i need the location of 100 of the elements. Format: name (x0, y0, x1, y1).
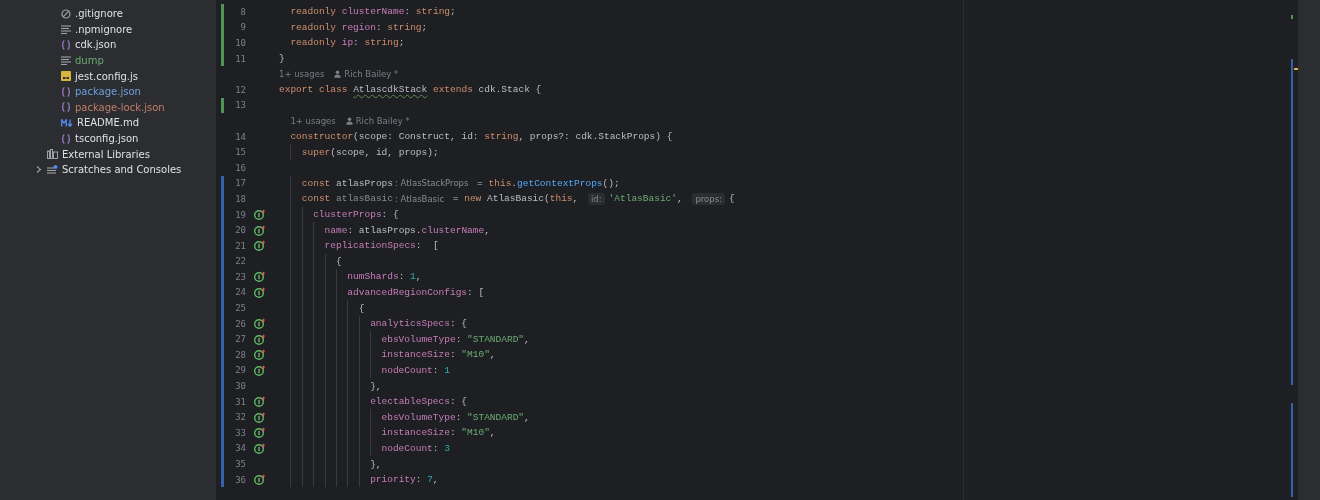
code-token: (scope: Construct, id: (353, 131, 480, 143)
author-hint[interactable]: Rich Bailey * (344, 69, 399, 80)
line-number: 29 (234, 365, 246, 376)
implements-icon[interactable] (254, 411, 266, 423)
change-marker[interactable] (221, 222, 224, 238)
code-token: : (404, 6, 412, 18)
code-token: , (524, 411, 530, 423)
change-marker[interactable] (221, 331, 224, 348)
line-number: 11 (234, 53, 246, 64)
change-marker[interactable] (221, 300, 224, 316)
change-marker[interactable] (221, 378, 224, 394)
file-item[interactable]: dump (75, 55, 104, 67)
line-number: 26 (234, 318, 246, 329)
code-token: }, (370, 458, 382, 470)
implements-icon[interactable] (254, 427, 266, 439)
line-number: 21 (234, 240, 246, 251)
code-token: super (301, 146, 331, 158)
usages-hint[interactable]: 1+ usages (279, 69, 325, 80)
chevron-icon[interactable] (36, 166, 42, 174)
code-token: , (432, 474, 439, 486)
implements-icon[interactable] (254, 364, 266, 376)
change-marker[interactable] (221, 347, 224, 363)
change-marker[interactable] (221, 393, 224, 410)
code-token: 7 (427, 474, 433, 486)
file-item[interactable]: jest.config.js (75, 70, 138, 82)
tree-node[interactable]: External Libraries (62, 148, 150, 160)
change-marker[interactable] (221, 456, 224, 472)
line-number: 17 (234, 178, 246, 189)
implements-icon[interactable] (254, 474, 266, 486)
implements-icon[interactable] (254, 318, 266, 330)
code-token: const (301, 193, 332, 205)
file-item[interactable]: README.md (77, 117, 140, 129)
file-item[interactable]: cdk.json (75, 39, 117, 51)
change-marker[interactable] (221, 440, 224, 457)
code-token: ; (398, 37, 405, 49)
code-token: { (358, 302, 365, 314)
author-hint[interactable]: Rich Bailey * (355, 115, 410, 126)
change-marker[interactable] (221, 4, 224, 20)
implements-icon[interactable] (254, 271, 266, 283)
code-token: name (324, 224, 348, 236)
change-marker[interactable] (221, 315, 224, 332)
implements-icon[interactable] (254, 333, 266, 345)
change-marker[interactable] (221, 409, 224, 426)
code-token: numShards (347, 271, 399, 283)
implements-icon[interactable] (254, 224, 266, 236)
change-marker[interactable] (221, 50, 224, 67)
braces-icon (61, 40, 71, 50)
code-token: . (511, 177, 518, 189)
implements-icon[interactable] (254, 349, 266, 361)
file-item[interactable]: .gitignore (75, 8, 123, 20)
change-marker[interactable] (221, 253, 224, 270)
line-number: 25 (234, 303, 246, 314)
code-token: replicationSpecs (324, 240, 416, 252)
line-number: 9 (239, 22, 246, 33)
change-marker[interactable] (221, 97, 224, 114)
usages-hint[interactable]: 1+ usages (290, 115, 336, 126)
braces-icon (61, 102, 71, 113)
change-marker[interactable] (221, 175, 224, 192)
file-item[interactable]: package.json (75, 86, 141, 98)
file-item[interactable]: package-lock.json (75, 101, 165, 113)
code-token: ebsVolumeType (381, 411, 456, 423)
line-number: 22 (234, 256, 246, 267)
code-token: 1 (410, 271, 416, 283)
code-token: string (387, 21, 422, 33)
code-token: ; (450, 6, 456, 18)
braces-icon (61, 133, 71, 144)
code-token: : (398, 271, 406, 283)
implements-icon[interactable] (254, 396, 266, 408)
tree-node[interactable]: Scratches and Consoles (62, 164, 182, 176)
implements-icon[interactable] (254, 209, 266, 220)
change-marker[interactable] (221, 35, 224, 51)
code-token: ip (341, 37, 354, 49)
javascript-file-icon (61, 71, 71, 82)
file-item[interactable]: tsconfig.json (75, 133, 139, 145)
line-number: 10 (234, 38, 246, 48)
implements-icon[interactable] (254, 287, 266, 298)
code-token: : (432, 442, 440, 454)
change-marker[interactable] (221, 284, 224, 301)
change-marker[interactable] (221, 206, 224, 223)
line-number: 27 (234, 334, 246, 345)
code-token: cdk.Stack { (478, 84, 542, 96)
file-item[interactable]: .npmignore (75, 23, 133, 35)
code-token: : (432, 364, 440, 376)
change-marker[interactable] (221, 237, 224, 254)
code-token: : (449, 427, 457, 439)
code-token: ebsVolumeType (381, 333, 456, 345)
change-marker[interactable] (221, 191, 224, 207)
change-marker[interactable] (221, 362, 224, 379)
line-number: 18 (234, 193, 246, 204)
implements-icon[interactable] (254, 240, 266, 252)
change-marker[interactable] (221, 269, 224, 285)
change-marker[interactable] (221, 425, 224, 441)
code-token: { (335, 255, 342, 267)
change-marker[interactable] (221, 471, 224, 488)
implements-icon[interactable] (254, 442, 266, 454)
code-token: "M10" (461, 427, 490, 439)
parameter-hint: props: (692, 192, 725, 205)
line-number: 33 (234, 427, 246, 438)
change-marker[interactable] (221, 19, 224, 36)
code-token: }, (370, 380, 382, 392)
